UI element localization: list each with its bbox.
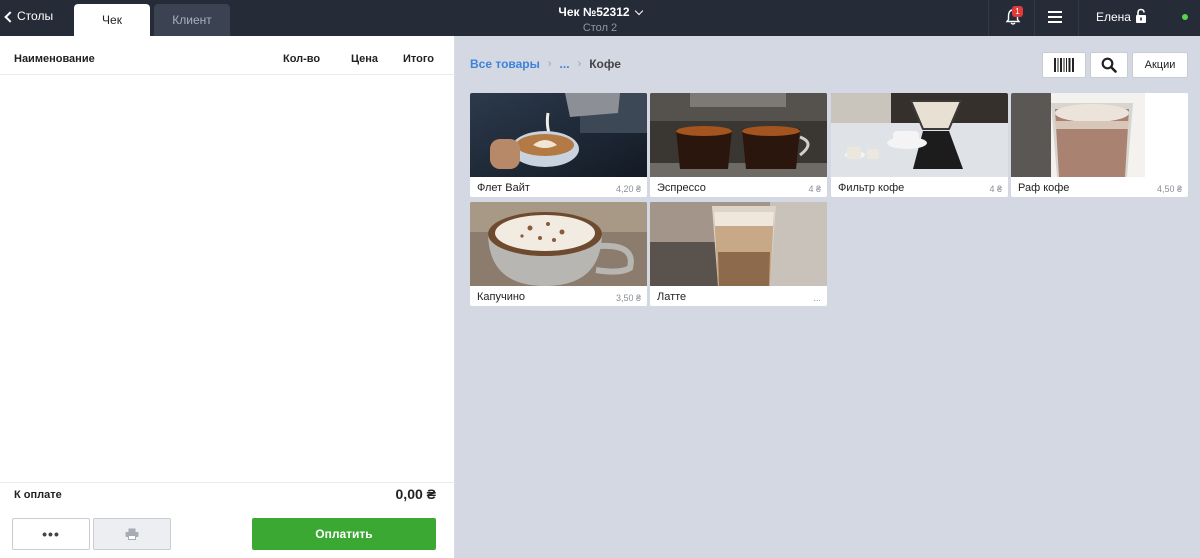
check-number: Чек №52312 (558, 5, 630, 19)
search-button[interactable] (1090, 52, 1128, 78)
back-to-tables-button[interactable]: Столы (4, 9, 54, 23)
breadcrumb-ellipsis[interactable]: ... (560, 57, 570, 71)
divider (0, 482, 455, 483)
search-icon (1101, 57, 1117, 73)
tab-client[interactable]: Клиент (154, 4, 230, 36)
column-price: Цена (351, 53, 379, 65)
printer-icon (125, 528, 139, 540)
to-pay-amount: 0,00 ₴ (395, 486, 436, 502)
product-name: Флет Вайт (477, 182, 530, 194)
online-status-dot (1182, 14, 1188, 20)
product-price: 4,50 ₴ (1156, 184, 1182, 194)
notification-badge: 1 (1012, 6, 1023, 17)
espresso-image (650, 93, 827, 177)
product-card-latte[interactable]: Латте ... (650, 202, 827, 306)
breadcrumb-all-products[interactable]: Все товары (470, 57, 540, 71)
chevron-right-icon: › (547, 58, 552, 70)
column-quantity: Кол-во (283, 53, 321, 65)
barcode-icon (1054, 58, 1074, 72)
filter-coffee-image (831, 93, 1008, 177)
product-price: 4,20 ₴ (615, 184, 641, 194)
print-button[interactable] (93, 518, 171, 550)
check-title-dropdown[interactable]: Чек №52312 Стол 2 (500, 3, 700, 34)
more-options-button[interactable]: ••• (12, 518, 90, 550)
product-price: ... (813, 293, 821, 303)
product-name: Раф кофе (1018, 182, 1070, 194)
column-name: Наименование (14, 53, 95, 65)
to-pay-label: К оплате (14, 489, 62, 501)
order-table-header: Наименование Кол-во Цена Итого (0, 36, 455, 75)
product-price: 3,50 ₴ (615, 293, 641, 303)
product-name: Латте (657, 291, 687, 303)
product-card-espresso[interactable]: Эспрессо 4 ₴ (650, 93, 827, 197)
latte-image (650, 202, 827, 286)
product-card-cappuccino[interactable]: Капучино 3,50 ₴ (470, 202, 647, 306)
cappuccino-image (470, 202, 647, 286)
product-name: Эспрессо (657, 182, 706, 194)
promotions-button[interactable]: Акции (1132, 52, 1188, 78)
pay-button[interactable]: Оплатить (252, 518, 436, 550)
check-title: Чек №52312 (558, 5, 643, 19)
divider (1078, 0, 1079, 36)
flat-white-image (470, 93, 647, 177)
table-name: Стол 2 (582, 22, 618, 34)
product-name: Фильтр кофе (838, 182, 905, 194)
product-card-filter-coffee[interactable]: Фильтр кофе 4 ₴ (831, 93, 1008, 197)
order-panel: Наименование Кол-во Цена Итого К оплате … (0, 36, 455, 558)
chevron-left-icon (4, 10, 16, 23)
breadcrumb: Все товары › ... › Кофе (470, 57, 621, 71)
barcode-button[interactable] (1042, 52, 1086, 78)
product-price: 4 ₴ (808, 184, 821, 194)
product-card-flat-white[interactable]: Флет Вайт 4,20 ₴ (470, 93, 647, 197)
product-price: 4 ₴ (989, 184, 1002, 194)
tab-check[interactable]: Чек (74, 4, 150, 36)
unlock-icon[interactable] (1134, 8, 1148, 24)
column-total: Итого (403, 53, 435, 65)
product-name: Капучино (477, 291, 526, 303)
hamburger-menu-icon[interactable] (1048, 11, 1062, 23)
back-label: Столы (17, 9, 54, 23)
breadcrumb-current: Кофе (589, 57, 621, 71)
top-bar: Столы Чек Клиент Чек №52312 Стол 2 1 Еле… (0, 0, 1200, 36)
raf-coffee-image (1011, 93, 1188, 177)
divider (1034, 0, 1035, 36)
user-name[interactable]: Елена (1096, 10, 1131, 24)
chevron-down-icon (634, 6, 643, 15)
product-card-raf-coffee[interactable]: Раф кофе 4,50 ₴ (1011, 93, 1188, 197)
chevron-right-icon: › (577, 58, 582, 70)
divider (988, 0, 989, 36)
